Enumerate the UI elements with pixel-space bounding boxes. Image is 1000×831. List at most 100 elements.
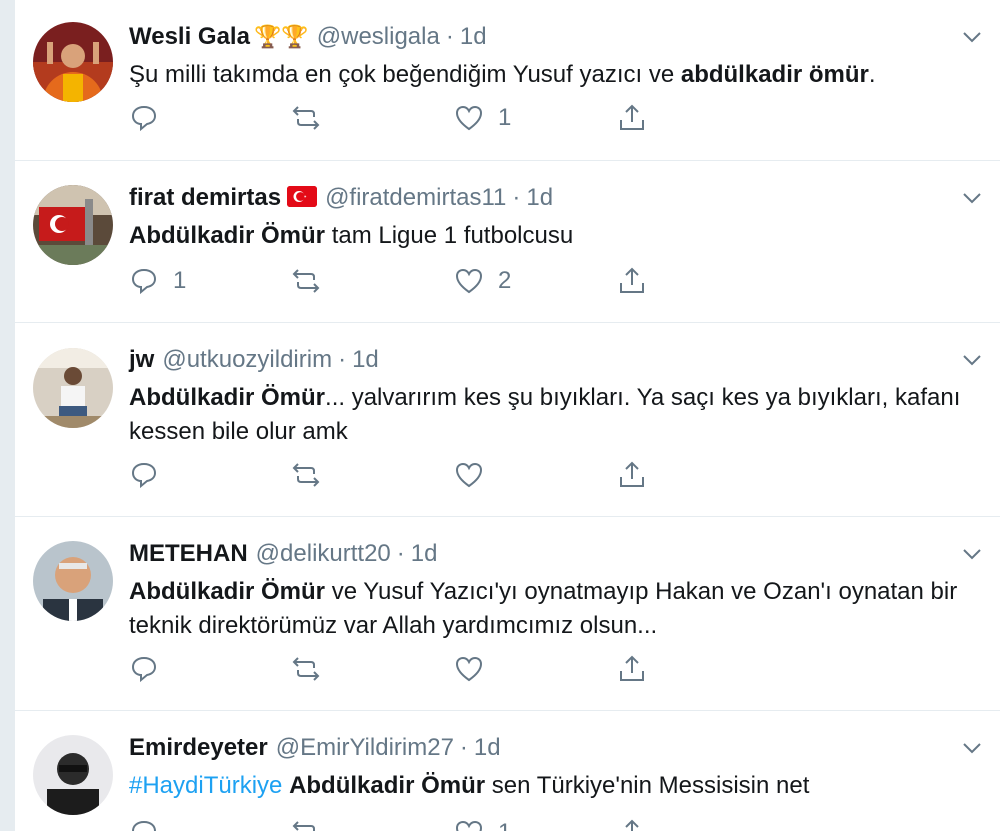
share-icon <box>620 104 644 130</box>
share-button[interactable] <box>617 457 647 493</box>
user-handle[interactable]: @firatdemirtas11 <box>325 184 506 211</box>
avatar[interactable] <box>33 185 113 265</box>
avatar[interactable] <box>33 22 113 102</box>
text-part-bold: Abdülkadir Ömür <box>129 384 326 411</box>
user-handle[interactable]: @utkuozyildirim <box>162 346 332 373</box>
separator: · <box>445 23 454 50</box>
like-button[interactable] <box>454 651 498 687</box>
reply-button[interactable] <box>129 815 173 831</box>
turkey-flag-icon <box>287 186 318 207</box>
tweet-header: Wesli Gala 🏆🏆 @wesligala · 1d <box>129 22 941 52</box>
tweet-text: #HaydiTürkiye Abdülkadir Ömür sen Türkiy… <box>129 769 981 803</box>
timestamp[interactable]: 1d <box>352 346 379 373</box>
share-icon <box>620 267 644 293</box>
hashtag-link[interactable]: #HaydiTürkiye <box>129 772 282 799</box>
timestamp[interactable]: 1d <box>460 23 487 50</box>
like-button[interactable]: 1 <box>454 100 511 136</box>
text-part-bold: Abdülkadir Ömür <box>129 578 326 605</box>
retweet-button[interactable] <box>291 815 335 831</box>
chevron-down-icon[interactable] <box>961 543 983 565</box>
retweet-icon <box>292 657 320 681</box>
text-part-bold: Abdülkadir Ömür <box>289 772 486 799</box>
heart-icon <box>455 105 483 131</box>
reply-icon <box>131 105 157 132</box>
display-name[interactable]: firat demirtas <box>129 184 281 211</box>
retweet-button[interactable] <box>291 100 335 136</box>
like-button[interactable]: 1 <box>454 815 511 831</box>
like-button[interactable]: 2 <box>454 263 511 299</box>
user-handle[interactable]: @delikurtt20 <box>256 540 391 567</box>
display-name[interactable]: Emirdeyeter <box>129 734 268 761</box>
timestamp[interactable]: 1d <box>526 184 553 211</box>
tweet-timeline: Wesli Gala 🏆🏆 @wesligala · 1d Şu milli takım… <box>14 0 1000 831</box>
retweet-icon <box>292 821 315 831</box>
user-handle[interactable]: @wesligala <box>317 23 440 50</box>
reply-icon <box>131 656 157 683</box>
share-button[interactable] <box>617 100 647 136</box>
retweet-button[interactable] <box>291 457 335 493</box>
reply-button[interactable] <box>129 651 173 687</box>
separator: · <box>512 184 521 211</box>
timestamp[interactable]: 1d <box>474 734 501 761</box>
text-part: Şu milli takımda en çok beğendiğim Yusuf… <box>129 61 681 88</box>
retweet-icon <box>292 269 320 293</box>
tweet-text: Abdülkadir Ömür tam Ligue 1 futbolcusu <box>129 219 981 253</box>
like-count: 1 <box>498 104 512 131</box>
share-icon <box>625 819 639 831</box>
tweet-header: firat demirtas @firatdemirtas11 · 1d <box>129 183 941 213</box>
share-button[interactable] <box>617 651 647 687</box>
tweet[interactable]: METEHAN @delikurtt20 · 1d Abdülkadir Ömür v… <box>15 517 1000 711</box>
separator: · <box>396 540 405 567</box>
heart-icon <box>455 656 483 682</box>
display-name[interactable]: jw <box>129 346 154 373</box>
reply-icon <box>131 462 157 489</box>
tweet[interactable]: Wesli Gala 🏆🏆 @wesligala · 1d Şu milli takım… <box>15 0 1000 161</box>
tweet-text: Abdülkadir Ömür... yalvarırım kes şu bıy… <box>129 381 981 449</box>
trophy-emoji: 🏆🏆 <box>253 24 309 49</box>
retweet-button[interactable] <box>291 651 335 687</box>
reply-icon <box>131 268 157 295</box>
avatar[interactable] <box>33 348 113 428</box>
retweet-button[interactable] <box>291 263 335 299</box>
share-button[interactable] <box>617 263 647 299</box>
user-handle[interactable]: @EmirYildirim27 <box>276 734 454 761</box>
tweet-actions <box>129 457 649 493</box>
display-name[interactable]: METEHAN <box>129 540 248 567</box>
like-button[interactable] <box>454 457 498 493</box>
chevron-down-icon[interactable] <box>961 26 983 48</box>
tweet[interactable]: jw @utkuozyildirim · 1d Abdülkadir Ömür... … <box>15 323 1000 517</box>
chevron-down-icon[interactable] <box>961 349 983 371</box>
reply-icon <box>131 820 157 831</box>
share-icon <box>620 655 644 681</box>
retweet-icon <box>292 106 320 130</box>
avatar[interactable] <box>33 735 113 815</box>
like-count: 2 <box>498 267 512 294</box>
text-part: sen Türkiye'nin Messisisin net <box>485 772 810 799</box>
chevron-down-icon[interactable] <box>961 737 983 759</box>
tweet-header: jw @utkuozyildirim · 1d <box>129 345 941 375</box>
reply-button[interactable] <box>129 100 173 136</box>
heart-icon <box>455 820 483 831</box>
reply-button[interactable] <box>129 457 173 493</box>
tweet[interactable]: firat demirtas @firatdemirtas11 · 1d Abdülk… <box>15 161 1000 323</box>
heart-icon <box>455 268 483 294</box>
share-button[interactable] <box>617 815 647 831</box>
avatar[interactable] <box>33 541 113 621</box>
timestamp[interactable]: 1d <box>411 540 438 567</box>
text-part-bold: Abdülkadir Ömür <box>129 222 326 249</box>
retweet-icon <box>292 463 320 487</box>
heart-icon <box>455 462 483 488</box>
chevron-down-icon[interactable] <box>961 187 983 209</box>
text-part-bold: abdülkadir ömür <box>680 61 869 88</box>
display-name[interactable]: Wesli Gala <box>129 23 250 50</box>
reply-button[interactable]: 1 <box>129 263 186 299</box>
text-part: tam Ligue 1 futbolcusu <box>325 222 574 249</box>
tweet[interactable]: Emirdeyeter @EmirYildirim27 · 1d #HaydiTürk… <box>15 711 1000 831</box>
reply-count: 1 <box>173 267 187 294</box>
tweet-actions <box>129 651 649 687</box>
tweet-header: METEHAN @delikurtt20 · 1d <box>129 539 941 569</box>
share-icon <box>620 461 644 487</box>
tweet-text: Abdülkadir Ömür ve Yusuf Yazıcı'yı oynat… <box>129 575 981 643</box>
text-part: . <box>868 61 876 88</box>
tweet-actions: 1 2 <box>129 263 649 299</box>
